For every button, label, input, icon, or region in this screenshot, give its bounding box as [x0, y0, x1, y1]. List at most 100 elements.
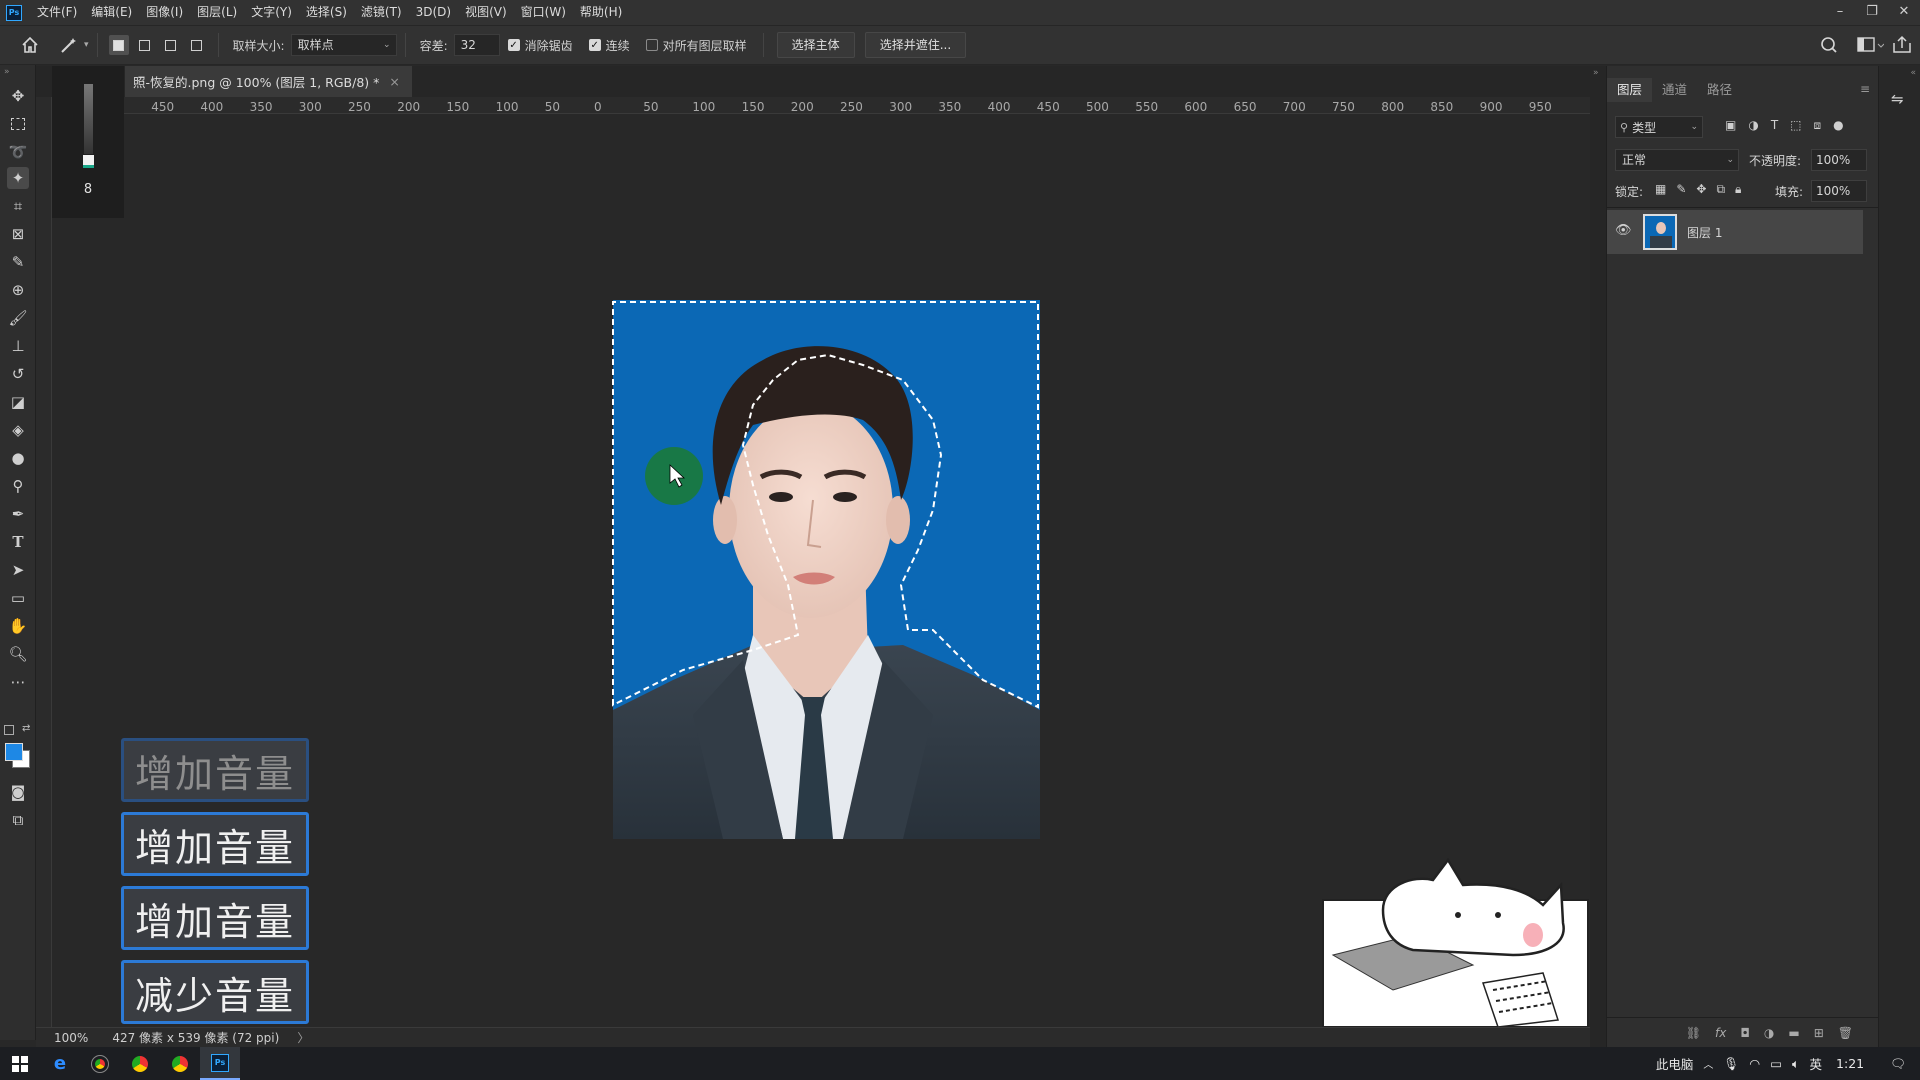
this-pc-label[interactable]: 此电脑: [1656, 1054, 1694, 1073]
close-tab-icon[interactable]: ×: [389, 74, 399, 89]
lock-transparent-icon[interactable]: ▦: [1655, 182, 1666, 197]
blur-tool-icon[interactable]: ●: [7, 447, 29, 469]
clock[interactable]: 1:21: [1836, 1056, 1864, 1071]
volume-up-button[interactable]: 增加音量: [121, 886, 309, 950]
panel-menu-icon[interactable]: ≡: [1860, 82, 1870, 96]
tolerance-input[interactable]: 32: [453, 34, 500, 56]
pixel-filter-icon[interactable]: ▣: [1725, 118, 1736, 133]
collapse-icon[interactable]: »: [4, 67, 10, 77]
lock-artboard-icon[interactable]: ⧉: [1716, 182, 1725, 197]
lock-all-icon[interactable]: 🔒︎: [1735, 182, 1741, 197]
contiguous-checkbox[interactable]: ✓ 连续: [588, 37, 630, 54]
type-tool-icon[interactable]: T: [7, 531, 29, 553]
menu-filter[interactable]: 滤镜(T): [354, 0, 409, 25]
default-colors-icon[interactable]: [4, 725, 14, 735]
workspace-icon[interactable]: [1850, 35, 1884, 55]
photoshop-taskbar-icon[interactable]: Ps: [200, 1047, 240, 1080]
chevron-right-icon[interactable]: 〉: [297, 1029, 309, 1046]
chrome-icon[interactable]: [120, 1047, 160, 1080]
add-mask-icon[interactable]: ◘: [1740, 1026, 1750, 1040]
menu-type[interactable]: 文字(Y): [244, 0, 299, 25]
sample-size-select[interactable]: 取样点 ⌄: [290, 34, 397, 56]
properties-icon[interactable]: ⇋: [1891, 90, 1904, 108]
volume-down-button[interactable]: 减少音量: [121, 960, 309, 1024]
eyedropper-tool-icon[interactable]: ✎: [7, 251, 29, 273]
move-tool-icon[interactable]: ✥: [7, 85, 29, 107]
share-icon[interactable]: [1884, 35, 1920, 55]
battery-icon[interactable]: ▭: [1770, 1056, 1782, 1071]
menu-3d[interactable]: 3D(D): [409, 0, 458, 25]
search-icon[interactable]: [1810, 35, 1850, 55]
antialias-checkbox[interactable]: ✓ 消除锯齿: [507, 37, 573, 54]
select-subject-button[interactable]: 选择主体: [776, 32, 855, 58]
menu-window[interactable]: 窗口(W): [514, 0, 573, 25]
layer-filter-select[interactable]: ⚲ 类型 ⌄: [1615, 116, 1703, 138]
shape-filter-icon[interactable]: ⬚: [1790, 118, 1801, 133]
crop-tool-icon[interactable]: ⌗: [7, 195, 29, 217]
microphone-icon[interactable]: 🎙︎: [1723, 1056, 1739, 1072]
history-brush-tool-icon[interactable]: ↺: [7, 363, 29, 385]
tab-channels[interactable]: 通道: [1652, 78, 1697, 102]
zoom-tool-icon[interactable]: 🔍︎: [7, 643, 29, 665]
screen-mode-icon[interactable]: ⧉: [7, 809, 29, 831]
layer-row[interactable]: 👁︎ 图层 1: [1607, 210, 1863, 254]
magic-wand-preset-icon[interactable]: ▾: [60, 36, 89, 54]
windows-start-icon[interactable]: [0, 1047, 40, 1080]
type-filter-icon[interactable]: T: [1771, 118, 1778, 133]
add-selection-icon[interactable]: [135, 35, 155, 55]
zoom-level[interactable]: 100%: [54, 1031, 88, 1045]
eraser-tool-icon[interactable]: ◪: [7, 391, 29, 413]
new-layer-icon[interactable]: ⊞: [1814, 1026, 1824, 1040]
subtract-selection-icon[interactable]: [161, 35, 181, 55]
visibility-eye-icon[interactable]: 👁︎: [1615, 223, 1632, 238]
select-and-mask-button[interactable]: 选择并遮住...: [864, 32, 967, 58]
home-icon[interactable]: [0, 36, 60, 54]
notification-icon[interactable]: 🗨︎: [1890, 1056, 1906, 1072]
magic-wand-tool-icon[interactable]: ✦: [7, 167, 29, 189]
filter-toggle-icon[interactable]: ●: [1833, 118, 1843, 133]
new-selection-icon[interactable]: [108, 35, 129, 55]
close-icon[interactable]: ✕: [1888, 0, 1920, 25]
lock-position-icon[interactable]: ✥: [1696, 182, 1706, 197]
link-layers-icon[interactable]: ⛓: [1686, 1026, 1701, 1040]
menu-view[interactable]: 视图(V): [458, 0, 514, 25]
document-tab[interactable]: 照-恢复的.png @ 100% (图层 1, RGB/8) * ×: [125, 66, 412, 97]
blend-mode-select[interactable]: 正常 ⌄: [1615, 149, 1739, 171]
menu-edit[interactable]: 编辑(E): [84, 0, 139, 25]
layer-style-icon[interactable]: fx: [1715, 1026, 1726, 1040]
edge-browser-icon[interactable]: e: [40, 1047, 80, 1080]
layer-name[interactable]: 图层 1: [1687, 224, 1722, 241]
chrome-icon[interactable]: [160, 1047, 200, 1080]
network-icon[interactable]: ◠: [1749, 1056, 1760, 1071]
expand-icon[interactable]: »: [1593, 68, 1599, 78]
rectangle-tool-icon[interactable]: ▭: [7, 587, 29, 609]
frame-tool-icon[interactable]: ⊠: [7, 223, 29, 245]
menu-file[interactable]: 文件(F): [30, 0, 84, 25]
brush-size-handle[interactable]: [83, 155, 94, 165]
tab-paths[interactable]: 路径: [1697, 78, 1742, 102]
opacity-input[interactable]: 100%: [1811, 149, 1867, 171]
chrome-icon[interactable]: [80, 1047, 120, 1080]
new-group-icon[interactable]: ▬: [1788, 1026, 1799, 1040]
volume-up-button[interactable]: 增加音量: [121, 738, 309, 802]
adjustment-filter-icon[interactable]: ◑: [1748, 118, 1758, 133]
path-selection-tool-icon[interactable]: ➤: [7, 559, 29, 581]
restore-icon[interactable]: ❐: [1856, 0, 1888, 25]
healing-brush-tool-icon[interactable]: ⊕: [7, 279, 29, 301]
pen-tool-icon[interactable]: ✒: [7, 503, 29, 525]
clone-stamp-tool-icon[interactable]: ⊥: [7, 335, 29, 357]
menu-image[interactable]: 图像(I): [139, 0, 190, 25]
menu-layer[interactable]: 图层(L): [190, 0, 244, 25]
quick-mask-icon[interactable]: ◙: [7, 781, 29, 803]
tab-layers[interactable]: 图层: [1607, 78, 1653, 102]
foreground-color-swatch[interactable]: [5, 743, 23, 761]
minimize-icon[interactable]: –: [1824, 0, 1856, 25]
volume-icon[interactable]: 🔈︎: [1792, 1056, 1800, 1072]
brush-tool-icon[interactable]: 🖌: [7, 307, 29, 329]
dodge-tool-icon[interactable]: ⚲: [7, 475, 29, 497]
delete-layer-icon[interactable]: 🗑︎: [1838, 1026, 1853, 1040]
volume-up-button[interactable]: 增加音量: [121, 812, 309, 876]
lock-pixels-icon[interactable]: ✎: [1676, 182, 1686, 197]
swap-colors-icon[interactable]: ⇄: [22, 723, 30, 734]
brush-size-slider[interactable]: [84, 84, 93, 154]
